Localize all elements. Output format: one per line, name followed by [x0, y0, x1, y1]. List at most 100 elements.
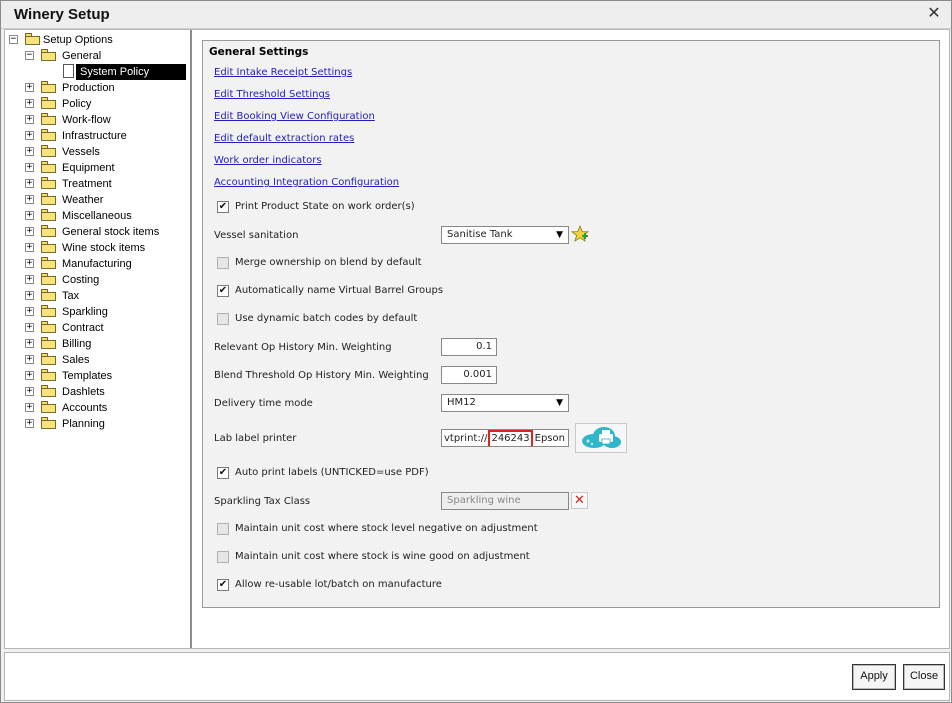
expand-icon[interactable]: + [25, 211, 34, 220]
expand-icon[interactable]: + [25, 179, 34, 188]
tree-item-costing[interactable]: + Costing [25, 272, 190, 288]
link-work-order-indicators[interactable]: Work order indicators [214, 155, 322, 166]
tree-item-sparkling[interactable]: + Sparkling [25, 304, 190, 320]
cloud-print-button[interactable] [575, 423, 627, 453]
tree-item-sales[interactable]: + Sales [25, 352, 190, 368]
reusable-lot-checkbox[interactable]: ✔ [217, 579, 229, 591]
folder-icon [41, 369, 56, 381]
expand-icon[interactable]: + [25, 323, 34, 332]
maintain-wine-good-checkbox[interactable] [217, 551, 229, 563]
expand-icon[interactable]: + [25, 83, 34, 92]
tree-item-general[interactable]: − General [25, 48, 185, 64]
title-bar: Winery Setup ✕ [1, 1, 951, 29]
tree-item-policy[interactable]: + Policy [25, 96, 190, 112]
expand-icon[interactable]: + [25, 387, 34, 396]
tree-item-tax[interactable]: + Tax [25, 288, 190, 304]
sparkling-tax-input[interactable]: Sparkling wine [441, 492, 569, 510]
clear-x-icon[interactable]: ✕ [571, 492, 588, 509]
expand-icon[interactable]: + [25, 275, 34, 284]
vessel-sanitation-select[interactable]: Sanitise Tank ▼ [441, 226, 569, 244]
expand-icon[interactable]: + [25, 403, 34, 412]
expand-icon[interactable]: + [25, 147, 34, 156]
collapse-icon[interactable]: − [9, 35, 18, 44]
expand-icon[interactable]: + [25, 339, 34, 348]
link-edit-threshold[interactable]: Edit Threshold Settings [214, 89, 330, 100]
tree-item-infrastructure[interactable]: + Infrastructure [25, 128, 190, 144]
delivery-mode-select[interactable]: HM12 ▼ [441, 394, 569, 412]
tree-item-treatment[interactable]: + Treatment [25, 176, 190, 192]
close-button[interactable]: Close [903, 664, 945, 690]
auto-name-barrel-checkbox[interactable]: ✔ [217, 285, 229, 297]
folder-icon [41, 129, 56, 141]
tree-item-accounts[interactable]: + Accounts [25, 400, 190, 416]
section-title: General Settings [209, 46, 309, 58]
add-star-icon[interactable] [571, 225, 589, 243]
expand-icon[interactable]: + [25, 99, 34, 108]
vessel-sanitation-value: Sanitise Tank [447, 229, 513, 240]
expand-icon[interactable]: + [25, 115, 34, 124]
lab-printer-prefix: vtprint:// [444, 433, 488, 444]
cloud-print-icon [582, 427, 621, 448]
tree-item-work-flow[interactable]: + Work-flow [25, 112, 190, 128]
expand-icon[interactable]: + [25, 371, 34, 380]
tree-item-templates[interactable]: + Templates [25, 368, 190, 384]
apply-button[interactable]: Apply [852, 664, 896, 690]
link-accounting-integration[interactable]: Accounting Integration Configuration [214, 177, 399, 188]
blend-threshold-label: Blend Threshold Op History Min. Weightin… [214, 370, 429, 381]
tree-root[interactable]: − Setup Options [9, 32, 189, 48]
expand-icon[interactable]: + [25, 355, 34, 364]
expand-icon[interactable]: + [25, 227, 34, 236]
tree-item-contract[interactable]: + Contract [25, 320, 190, 336]
tree-item-miscellaneous[interactable]: + Miscellaneous [25, 208, 190, 224]
tree-item-production[interactable]: + Production [25, 80, 190, 96]
link-edit-extraction-rates[interactable]: Edit default extraction rates [214, 133, 354, 144]
folder-icon [41, 401, 56, 413]
tree-item-billing[interactable]: + Billing [25, 336, 190, 352]
blend-threshold-input[interactable]: 0.001 [441, 366, 497, 384]
reusable-lot-label: Allow re-usable lot/batch on manufacture [235, 579, 442, 590]
expand-icon[interactable]: + [25, 195, 34, 204]
dialog-body: − Setup Options − General System Policy … [4, 29, 950, 649]
tree-item-equipment[interactable]: + Equipment [25, 160, 190, 176]
expand-icon[interactable]: + [25, 131, 34, 140]
tree-item-label: Billing [62, 338, 92, 350]
tree-item-label: Sparkling [62, 306, 108, 318]
link-edit-booking-view[interactable]: Edit Booking View Configuration [214, 111, 375, 122]
tree-item-wine-stock-items[interactable]: + Wine stock items [25, 240, 190, 256]
lab-printer-input[interactable]: vtprint://246243 Epson [441, 429, 569, 447]
maintain-negative-checkbox[interactable] [217, 523, 229, 535]
op-history-input[interactable]: 0.1 [441, 338, 497, 356]
delivery-mode-label: Delivery time mode [214, 398, 313, 409]
dialog-title: Winery Setup [14, 6, 110, 23]
tree-item-system-policy[interactable]: System Policy [60, 64, 190, 80]
expand-icon[interactable]: + [25, 259, 34, 268]
lab-printer-highlight: 246243 [488, 430, 533, 446]
auto-print-checkbox[interactable]: ✔ [217, 467, 229, 479]
link-edit-intake-receipt[interactable]: Edit Intake Receipt Settings [214, 67, 352, 78]
collapse-icon[interactable]: − [25, 51, 34, 60]
tree-item-manufacturing[interactable]: + Manufacturing [25, 256, 190, 272]
tree-item-planning[interactable]: + Planning [25, 416, 190, 432]
print-product-state-checkbox[interactable]: ✔ [217, 201, 229, 213]
general-settings-panel: General Settings Edit Intake Receipt Set… [202, 40, 940, 608]
tree-item-weather[interactable]: + Weather [25, 192, 190, 208]
folder-icon [41, 273, 56, 285]
merge-ownership-checkbox[interactable] [217, 257, 229, 269]
tree-item-dashlets[interactable]: + Dashlets [25, 384, 190, 400]
close-icon[interactable]: ✕ [926, 5, 942, 21]
expand-icon[interactable]: + [25, 419, 34, 428]
tree-item-label: Templates [62, 370, 113, 382]
folder-icon [41, 289, 56, 301]
tree-item-label: Accounts [62, 402, 108, 414]
dynamic-batch-checkbox[interactable] [217, 313, 229, 325]
expand-icon[interactable]: + [25, 243, 34, 252]
expand-icon[interactable]: + [25, 307, 34, 316]
folder-icon [41, 225, 56, 237]
expand-icon[interactable]: + [25, 163, 34, 172]
tree-item-label: Treatment [62, 178, 112, 190]
expand-icon[interactable]: + [25, 291, 34, 300]
winery-setup-dialog: Winery Setup ✕ − Setup Options − General… [0, 0, 952, 703]
tree-item-label: Sales [62, 354, 90, 366]
tree-item-general-stock-items[interactable]: + General stock items [25, 224, 190, 240]
tree-item-vessels[interactable]: + Vessels [25, 144, 190, 160]
